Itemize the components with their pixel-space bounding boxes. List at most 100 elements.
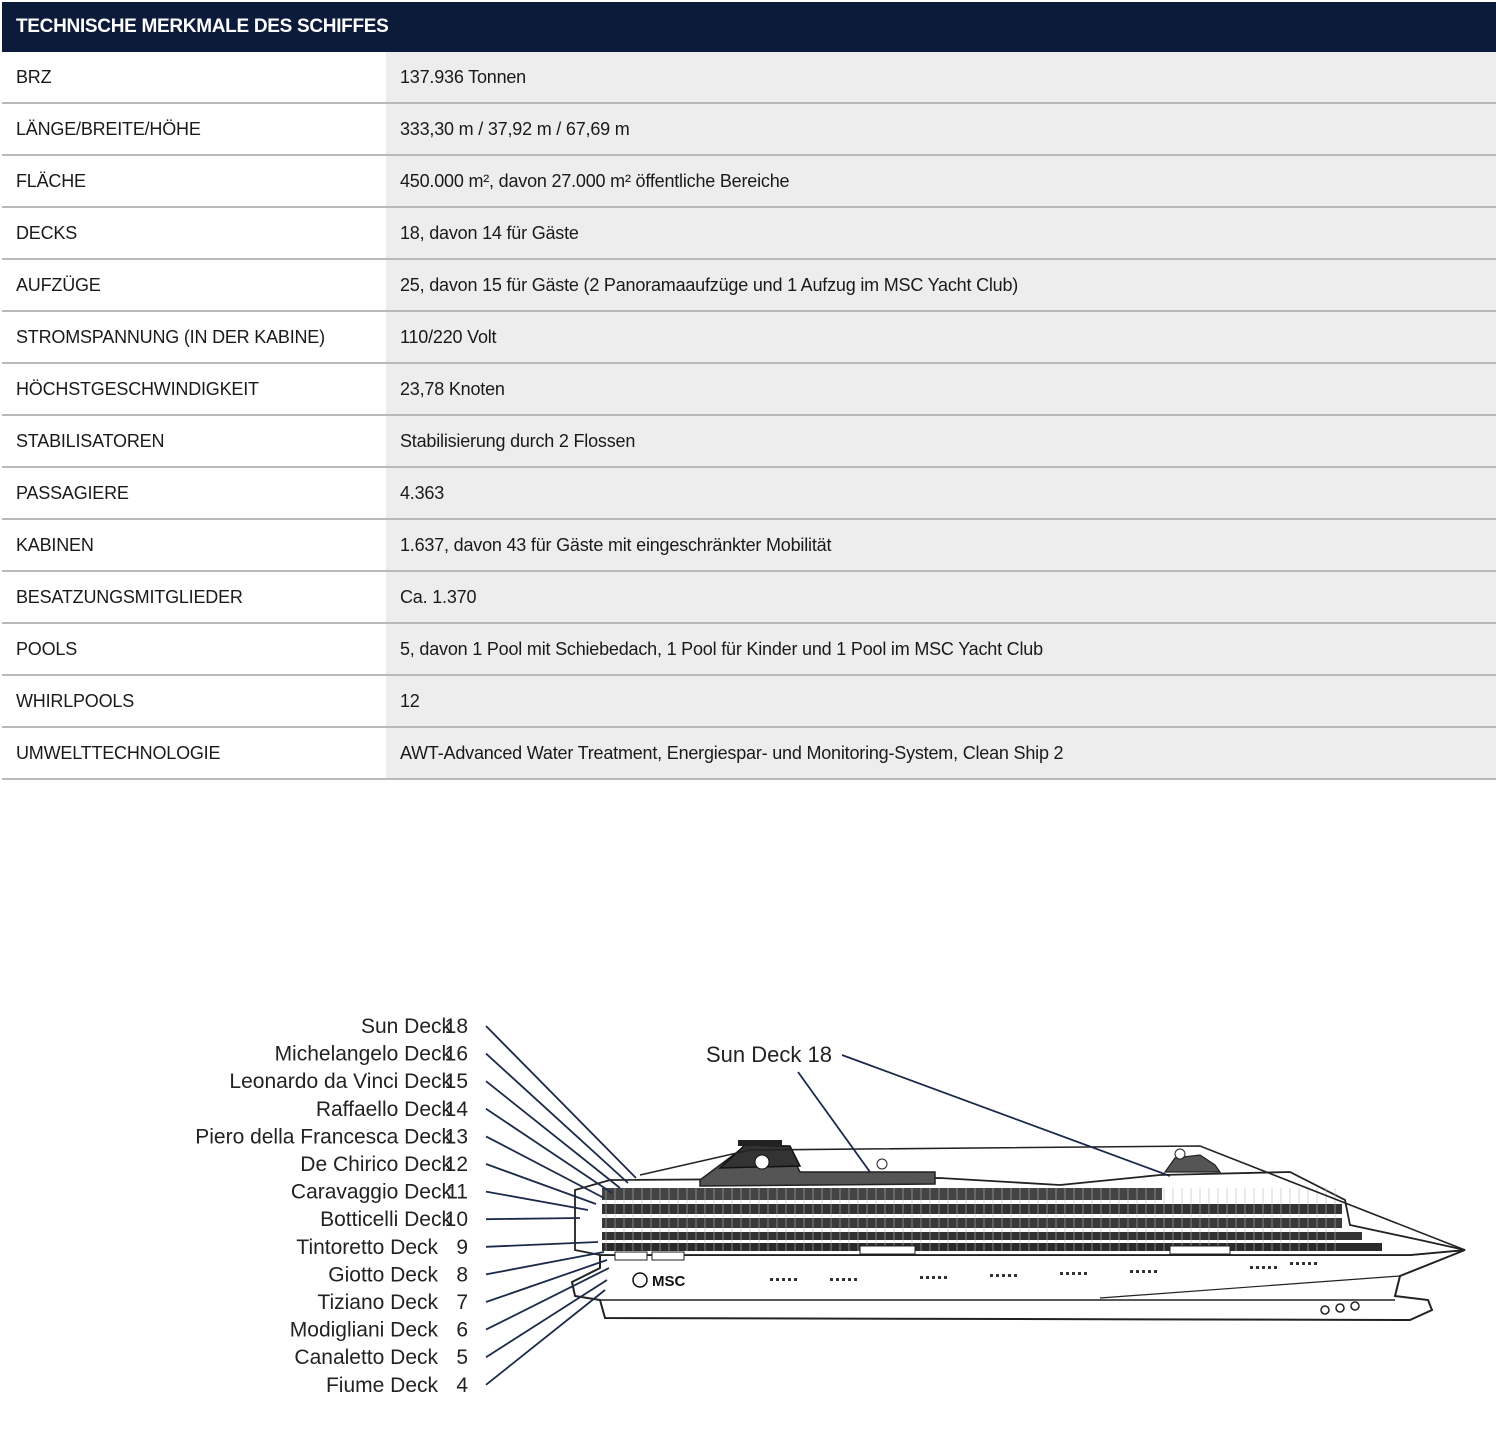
deck-leader-line bbox=[485, 1025, 637, 1179]
deck-label-number: 13 bbox=[445, 1125, 468, 1148]
spec-value: AWT-Advanced Water Treatment, Energiespa… bbox=[386, 728, 1496, 778]
radar-mast bbox=[1163, 1154, 1222, 1173]
deck-label-number: 16 bbox=[445, 1043, 468, 1066]
funnel-top bbox=[738, 1140, 782, 1146]
spec-label: FLÄCHE bbox=[2, 156, 386, 206]
hull-logo-text: MSC bbox=[652, 1273, 686, 1290]
deck-label-number: 9 bbox=[456, 1236, 468, 1259]
table-row: KABINEN 1.637, davon 43 für Gäste mit ein… bbox=[2, 520, 1496, 572]
deck-leader-line bbox=[485, 1289, 606, 1386]
deck-label-name: Piero della Francesca Deck bbox=[195, 1125, 452, 1148]
deck-label-number: 12 bbox=[445, 1153, 468, 1176]
table-body: BRZ 137.936 Tonnen LÄNGE/BREITE/HÖHE 333,30… bbox=[2, 52, 1496, 780]
deck-label-name: Giotto Deck bbox=[328, 1263, 438, 1286]
deck-label-name: Modigliani Deck bbox=[290, 1319, 439, 1342]
deck-window-band-4 bbox=[602, 1243, 1382, 1251]
spec-label: BRZ bbox=[2, 52, 386, 102]
table-row: LÄNGE/BREITE/HÖHE 333,30 m / 37,92 m / 67… bbox=[2, 104, 1496, 156]
spec-value: Ca. 1.370 bbox=[386, 572, 1496, 622]
radome-fore bbox=[1174, 1148, 1186, 1160]
sun-deck-callout: Sun Deck 18 bbox=[706, 1042, 832, 1067]
spec-label: BESATZUNGSMITGLIEDER bbox=[2, 572, 386, 622]
table-row: DECKS 18, davon 14 für Gäste bbox=[2, 208, 1496, 260]
spec-label: PASSAGIERE bbox=[2, 468, 386, 518]
deck-leader-line bbox=[485, 1190, 589, 1211]
spec-value: 110/220 Volt bbox=[386, 312, 1496, 362]
deck-label-name: Botticelli Deck bbox=[320, 1208, 452, 1231]
table-row: BRZ 137.936 Tonnen bbox=[2, 52, 1496, 104]
spec-value: 333,30 m / 37,92 m / 67,69 m bbox=[386, 104, 1496, 154]
table-row: AUFZÜGE 25, davon 15 für Gäste (2 Panoram… bbox=[2, 260, 1496, 312]
deck-label-name: Fiume Deck bbox=[326, 1374, 439, 1397]
radome-aft bbox=[876, 1158, 888, 1170]
deck-label-number: 4 bbox=[456, 1374, 468, 1397]
table-row: STROMSPANNUNG (IN DER KABINE) 110/220 Vol… bbox=[2, 312, 1496, 364]
deck-label-name: Caravaggio Deck bbox=[291, 1181, 453, 1204]
deck-label-name: De Chirico Deck bbox=[300, 1153, 452, 1176]
deck-window-band-upper bbox=[602, 1188, 1162, 1200]
deck-label-number: 6 bbox=[456, 1319, 468, 1342]
table-row: UMWELTTECHNOLOGIE AWT-Advanced Water Trea… bbox=[2, 728, 1496, 780]
table-row: HÖCHSTGESCHWINDIGKEIT 23,78 Knoten bbox=[2, 364, 1496, 416]
deck-window-band-1 bbox=[602, 1204, 1342, 1214]
deck-label-name: Tintoretto Deck bbox=[296, 1236, 438, 1259]
spec-label: KABINEN bbox=[2, 520, 386, 570]
spec-value: 18, davon 14 für Gäste bbox=[386, 208, 1496, 258]
hull-logo-emblem bbox=[632, 1272, 648, 1288]
ship-deck-diagram: MSC Sun Deck 18 Michelangelo Deck 16 Leonard… bbox=[0, 1000, 1496, 1420]
table-row: FLÄCHE 450.000 m², davon 27.000 m² öffent… bbox=[2, 156, 1496, 208]
deck-leader-line bbox=[485, 1163, 597, 1205]
deck-label-number: 8 bbox=[456, 1263, 468, 1286]
deck-label-number: 15 bbox=[445, 1070, 468, 1093]
spec-label: STABILISATOREN bbox=[2, 416, 386, 466]
deck-window-band-3 bbox=[602, 1232, 1362, 1240]
spec-label: WHIRLPOOLS bbox=[2, 676, 386, 726]
deck-label-number: 18 bbox=[445, 1015, 468, 1038]
ship-hull bbox=[570, 1249, 1466, 1322]
spec-label: UMWELTTECHNOLOGIE bbox=[2, 728, 386, 778]
sun-deck-leader-aft bbox=[797, 1071, 871, 1173]
spec-value: 5, davon 1 Pool mit Schiebedach, 1 Pool … bbox=[386, 624, 1496, 674]
funnel-logo bbox=[754, 1154, 770, 1170]
deck-label-name: Sun Deck bbox=[361, 1015, 453, 1038]
spec-label: STROMSPANNUNG (IN DER KABINE) bbox=[2, 312, 386, 362]
spec-label: DECKS bbox=[2, 208, 386, 258]
table-row: POOLS 5, davon 1 Pool mit Schiebedach, 1 … bbox=[2, 624, 1496, 676]
spec-label: POOLS bbox=[2, 624, 386, 674]
deck-label-number: 7 bbox=[456, 1291, 468, 1314]
ship-specs-table: TECHNISCHE MERKMALE DES SCHIFFES BRZ 137.… bbox=[2, 2, 1496, 780]
spec-value: 1.637, davon 43 für Gäste mit eingeschrä… bbox=[386, 520, 1496, 570]
spec-label: AUFZÜGE bbox=[2, 260, 386, 310]
ship-illustration: MSC Sun Deck18 Michelangelo Deck16 Leonard… bbox=[195, 1015, 1466, 1397]
table-title: TECHNISCHE MERKMALE DES SCHIFFES bbox=[2, 2, 1496, 52]
deck-label-name: Leonardo da Vinci Deck bbox=[229, 1070, 452, 1093]
spec-value: 12 bbox=[386, 676, 1496, 726]
spec-value: 4.363 bbox=[386, 468, 1496, 518]
sun-deck-leader-fore bbox=[841, 1054, 1171, 1177]
deck-label-name: Michelangelo Deck bbox=[275, 1043, 453, 1066]
spec-value: Stabilisierung durch 2 Flossen bbox=[386, 416, 1496, 466]
table-row: PASSAGIERE 4.363 bbox=[2, 468, 1496, 520]
spec-value: 137.936 Tonnen bbox=[386, 52, 1496, 102]
deck-label-number: 5 bbox=[456, 1346, 468, 1369]
deck-label-list: Sun Deck18 Michelangelo Deck16 Leonardo da… bbox=[195, 1015, 468, 1397]
spec-value: 25, davon 15 für Gäste (2 Panoramaaufzüg… bbox=[386, 260, 1496, 310]
table-row: WHIRLPOOLS 12 bbox=[2, 676, 1496, 728]
spec-label: HÖCHSTGESCHWINDIGKEIT bbox=[2, 364, 386, 414]
spec-value: 450.000 m², davon 27.000 m² öffentliche … bbox=[386, 156, 1496, 206]
deck-label-name: Raffaello Deck bbox=[316, 1098, 453, 1121]
spec-value: 23,78 Knoten bbox=[386, 364, 1496, 414]
deck-leader-line bbox=[485, 1251, 605, 1276]
deck-leader-line bbox=[485, 1052, 629, 1184]
table-row: BESATZUNGSMITGLIEDER Ca. 1.370 bbox=[2, 572, 1496, 624]
deck-label-name: Canaletto Deck bbox=[294, 1346, 438, 1369]
spec-label: LÄNGE/BREITE/HÖHE bbox=[2, 104, 386, 154]
deck-label-name: Tiziano Deck bbox=[317, 1291, 438, 1314]
deck-label-number: 11 bbox=[446, 1181, 468, 1204]
deck-label-number: 14 bbox=[445, 1098, 469, 1121]
table-row: STABILISATOREN Stabilisierung durch 2 Flo… bbox=[2, 416, 1496, 468]
deck-leader-line bbox=[485, 1217, 581, 1221]
deck-window-band-2 bbox=[602, 1218, 1342, 1228]
deck-leader-line bbox=[485, 1279, 608, 1358]
deck-label-number: 10 bbox=[445, 1208, 468, 1231]
